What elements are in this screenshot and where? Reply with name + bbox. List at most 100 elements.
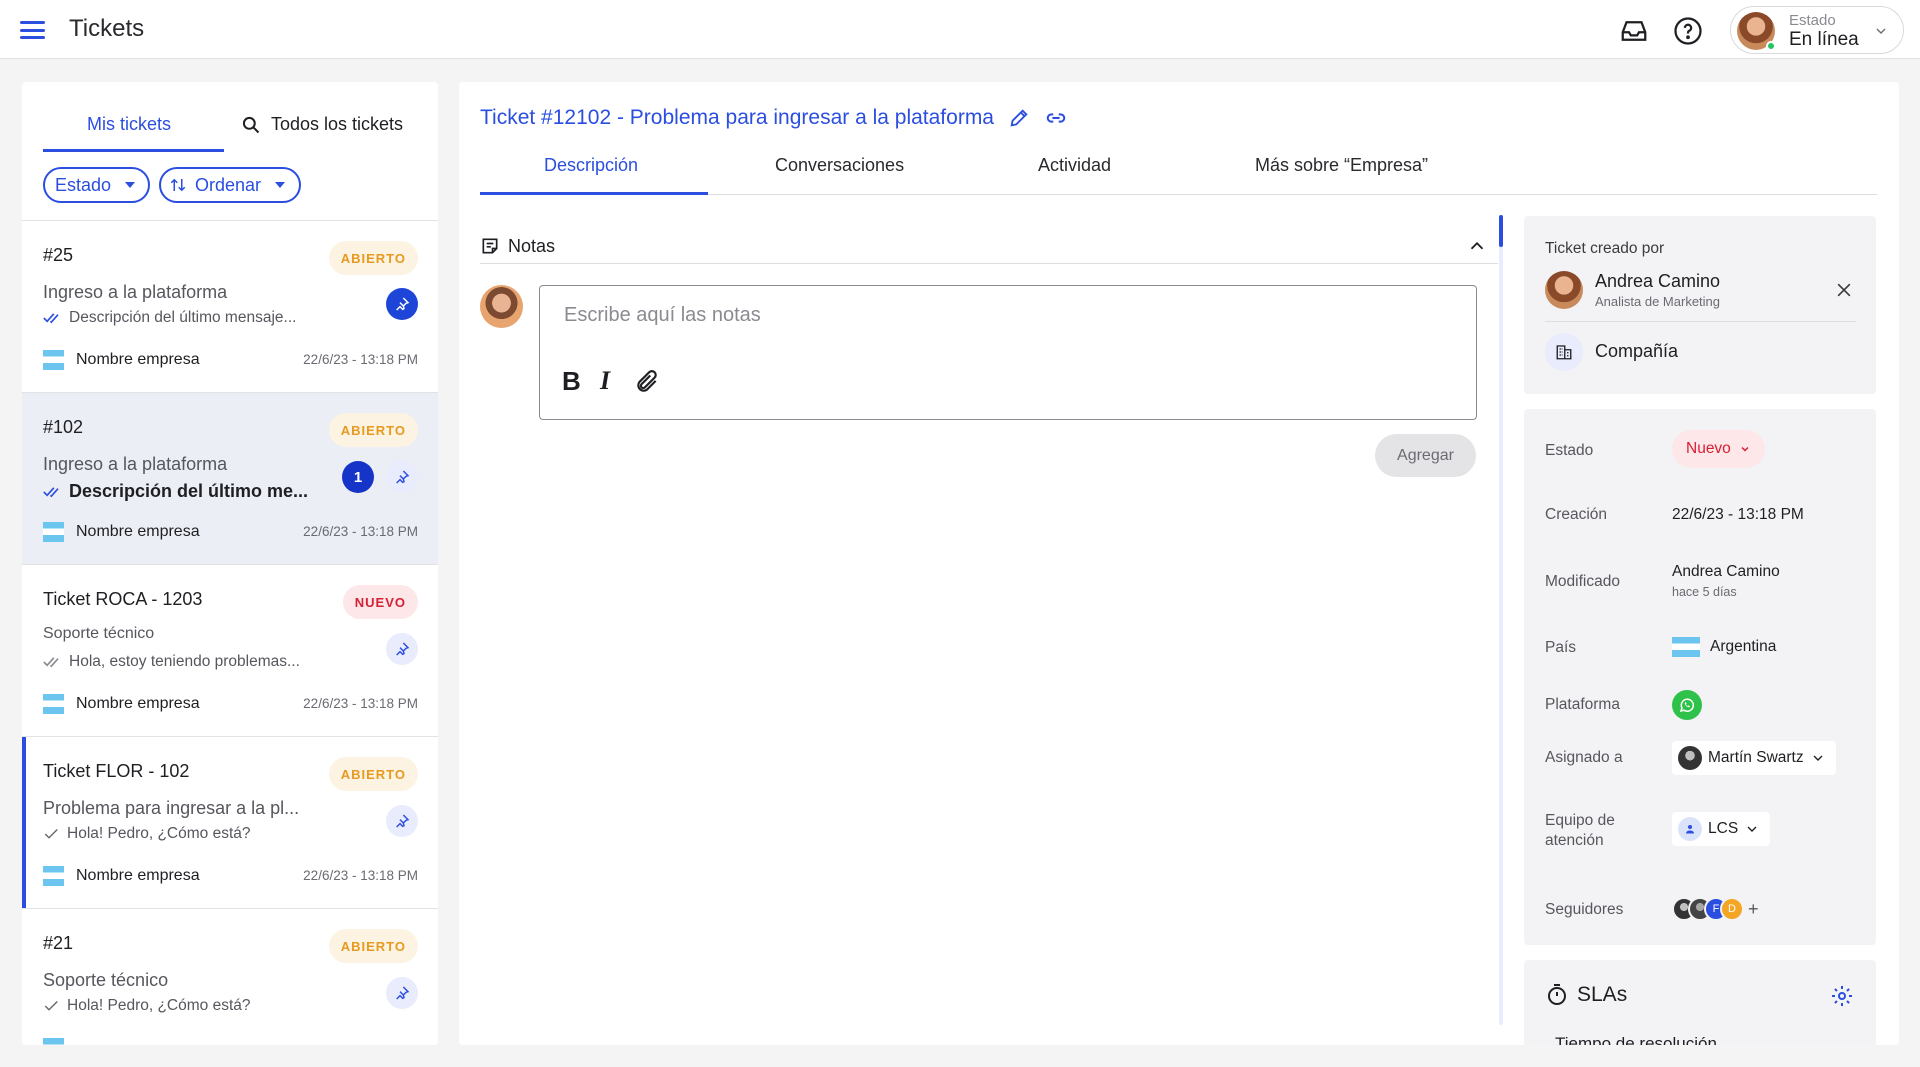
estado-filter[interactable]: Estado [43, 167, 150, 203]
attachment-icon[interactable] [634, 368, 660, 403]
chevron-down-icon [1873, 23, 1889, 44]
creator-label: Ticket creado por [1545, 240, 1665, 257]
creator-name: Andrea Camino [1595, 271, 1721, 291]
last-message-text: Descripción del último mensaje... [69, 309, 297, 326]
last-message-text: Hola! Pedro, ¿Cómo está? [67, 825, 251, 842]
estado-select[interactable]: Nuevo [1672, 430, 1765, 468]
company: Nombre empresa [43, 694, 200, 714]
sort-icon [170, 178, 186, 192]
last-message: Hola! Pedro, ¿Cómo está? [43, 997, 251, 1015]
tab-my-tickets[interactable]: Mis tickets [87, 114, 171, 135]
add-follower-icon[interactable]: + [1748, 899, 1759, 920]
notes-input[interactable] [564, 304, 1444, 327]
active-tab-indicator [43, 149, 224, 152]
avatar: D [1720, 897, 1744, 921]
ticket-title: #21 [43, 933, 74, 953]
ticket-item[interactable]: #21 ABIERTO Soporte técnico Hola! Pedro,… [22, 908, 438, 1045]
detail-label: Modificado [1545, 573, 1620, 590]
status-badge: ABIERTO [328, 241, 418, 275]
tab-conversaciones[interactable]: Conversaciones [775, 155, 904, 176]
caret-down-icon [125, 182, 136, 188]
add-note-button[interactable]: Agregar [1375, 434, 1476, 477]
status-selector[interactable]: Estado En línea [1730, 6, 1904, 54]
status-badge: ABIERTO [328, 929, 418, 963]
edit-icon[interactable] [1008, 107, 1030, 129]
ticket-item[interactable]: #102 ABIERTO Ingreso a la plataforma 1 D… [22, 392, 438, 564]
argentina-flag-icon [1672, 637, 1700, 657]
tab-all-tickets[interactable]: Todos los tickets [241, 114, 403, 135]
scrollbar[interactable] [1499, 215, 1503, 1025]
ticket-subject: Problema para ingresar a la pl... [43, 798, 300, 818]
caret-down-icon [275, 182, 286, 188]
italic-icon[interactable]: I [600, 366, 610, 396]
detail-label-line: Equipo de [1545, 812, 1615, 829]
ticket-title: #102 [43, 417, 84, 437]
ticket-date: 22/6/23 - 13:18 PM [303, 352, 418, 367]
chevron-up-icon[interactable] [1466, 235, 1488, 257]
scrollbar-thumb[interactable] [1499, 215, 1503, 247]
inbox-icon[interactable] [1619, 16, 1649, 46]
building-icon [1545, 333, 1583, 371]
pin-icon [396, 642, 410, 656]
link-icon[interactable] [1044, 107, 1068, 129]
tab-actividad[interactable]: Actividad [1038, 155, 1111, 176]
double-check-icon [43, 657, 59, 668]
bold-icon[interactable]: B [562, 366, 581, 397]
detail-label: País [1545, 639, 1577, 656]
team-icon [1678, 817, 1702, 841]
active-tab-indicator [480, 192, 708, 195]
last-message: Hola! Pedro, ¿Cómo está? [43, 825, 251, 843]
ticket-subject: Soporte técnico [43, 970, 169, 990]
check-icon [44, 828, 58, 839]
last-message-text: Descripción del último me... [69, 481, 309, 501]
assignee-select[interactable]: Martín Swartz [1672, 741, 1836, 775]
creation-date: 22/6/23 - 13:18 PM [1672, 506, 1804, 523]
ticket-subject: Ingreso a la plataforma [43, 282, 228, 302]
ticket-item[interactable]: #25 ABIERTO Ingreso a la plataforma Desc… [22, 220, 438, 392]
tab-mas-sobre-empresa[interactable]: Más sobre “Empresa” [1255, 155, 1428, 176]
menu-icon[interactable] [20, 21, 45, 39]
ticket-list-panel: Mis tickets Todos los tickets Estado Ord… [22, 82, 438, 1045]
sla-card: SLAs Tiempo de resolución [1524, 960, 1876, 1045]
argentina-flag-icon [43, 866, 64, 886]
modified-by: Andrea Camino [1672, 563, 1780, 580]
ticket-item[interactable]: Ticket FLOR - 102 ABIERTO Problema para … [22, 736, 438, 908]
pin-button[interactable] [386, 805, 418, 837]
close-icon[interactable] [1834, 280, 1854, 300]
double-check-icon [43, 313, 59, 324]
sort-label: Ordenar [195, 174, 262, 195]
sort-button[interactable]: Ordenar [159, 167, 301, 203]
ticket-details-card: Estado Nuevo Creación 22/6/23 - 13:18 PM… [1524, 409, 1876, 945]
company: Nombre empresa [43, 350, 200, 370]
company-name: Nombre empresa [76, 351, 200, 368]
ticket-creator-card: Ticket creado por Andrea Camino Analista… [1524, 216, 1876, 394]
assignee-name: Martín Swartz [1708, 749, 1804, 766]
online-status-icon [1766, 41, 1776, 51]
tab-descripcion[interactable]: Descripción [544, 155, 638, 176]
team-select[interactable]: LCS [1672, 812, 1771, 846]
ticket-date: 22/6/23 - 13:18 PM [303, 696, 418, 711]
ticket-item[interactable]: Ticket ROCA - 1203 NUEVO Soporte técnico… [22, 564, 438, 736]
pin-icon [396, 986, 410, 1000]
notes-header[interactable]: Notas [480, 229, 1498, 264]
search-icon [242, 116, 260, 133]
sla-title: SLAs [1545, 983, 1627, 1007]
pin-button[interactable] [386, 288, 418, 320]
whatsapp-icon [1672, 690, 1702, 720]
company: Nombre empresa [43, 522, 200, 542]
pin-icon [396, 470, 410, 484]
pin-button[interactable] [386, 633, 418, 665]
status-badge: ABIERTO [328, 413, 418, 447]
ticket-title: Ticket FLOR - 102 [43, 761, 190, 781]
help-icon[interactable] [1673, 16, 1703, 46]
ticket-title: Ticket ROCA - 1203 [43, 589, 203, 609]
tab-all-tickets-label: Todos los tickets [271, 114, 404, 134]
timer-icon [1548, 984, 1566, 1005]
detail-label-line: atención [1545, 832, 1604, 849]
gear-icon[interactable] [1830, 984, 1854, 1008]
sla-subtitle: Tiempo de resolución [1555, 1034, 1717, 1045]
company-name: Compañía [1595, 341, 1679, 361]
chevron-down-icon [1747, 826, 1757, 832]
pin-button[interactable] [386, 461, 418, 493]
pin-button[interactable] [386, 977, 418, 1009]
